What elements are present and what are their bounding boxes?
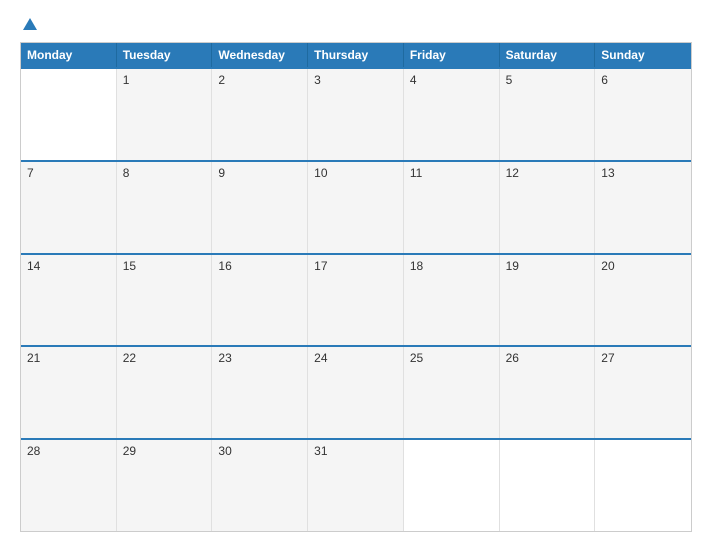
- calendar-header-row: Monday Tuesday Wednesday Thursday Friday…: [21, 43, 691, 67]
- day-number: 25: [410, 351, 423, 365]
- day-number: 28: [27, 444, 40, 458]
- header-saturday: Saturday: [500, 43, 596, 67]
- calendar-cell-w3-d1: 14: [21, 255, 117, 346]
- calendar-cell-w2-d3: 9: [212, 162, 308, 253]
- day-number: 16: [218, 259, 231, 273]
- calendar-cell-w2-d2: 8: [117, 162, 213, 253]
- calendar-cell-w5-d4: 31: [308, 440, 404, 531]
- calendar-cell-w2-d6: 12: [500, 162, 596, 253]
- calendar-cell-w3-d6: 19: [500, 255, 596, 346]
- day-number: 13: [601, 166, 614, 180]
- calendar-cell-w4-d3: 23: [212, 347, 308, 438]
- calendar-cell-w5-d3: 30: [212, 440, 308, 531]
- day-number: 9: [218, 166, 225, 180]
- day-number: 27: [601, 351, 614, 365]
- calendar-cell-w4-d6: 26: [500, 347, 596, 438]
- calendar-cell-w1-d4: 3: [308, 69, 404, 160]
- day-number: 18: [410, 259, 423, 273]
- header-tuesday: Tuesday: [117, 43, 213, 67]
- day-number: 1: [123, 73, 130, 87]
- calendar-grid: Monday Tuesday Wednesday Thursday Friday…: [20, 42, 692, 532]
- calendar-cell-w4-d1: 21: [21, 347, 117, 438]
- day-number: 6: [601, 73, 608, 87]
- day-number: 29: [123, 444, 136, 458]
- calendar-cell-w4-d4: 24: [308, 347, 404, 438]
- day-number: 30: [218, 444, 231, 458]
- calendar-cell-w1-d3: 2: [212, 69, 308, 160]
- calendar-cell-w5-d1: 28: [21, 440, 117, 531]
- day-number: 15: [123, 259, 136, 273]
- day-number: 22: [123, 351, 136, 365]
- day-number: 11: [410, 166, 422, 180]
- calendar-week-4: 21 22 23 24 25 26 27: [21, 345, 691, 438]
- calendar-cell-w1-d1: [21, 69, 117, 160]
- day-number: 5: [506, 73, 513, 87]
- day-number: 20: [601, 259, 614, 273]
- calendar-cell-w3-d5: 18: [404, 255, 500, 346]
- day-number: 21: [27, 351, 40, 365]
- day-number: 3: [314, 73, 321, 87]
- calendar-cell-w5-d7: [595, 440, 691, 531]
- calendar-cell-w4-d5: 25: [404, 347, 500, 438]
- calendar-cell-w2-d7: 13: [595, 162, 691, 253]
- logo: [20, 18, 37, 32]
- calendar-cell-w3-d7: 20: [595, 255, 691, 346]
- calendar-week-1: 1 2 3 4 5 6: [21, 67, 691, 160]
- calendar-cell-w4-d2: 22: [117, 347, 213, 438]
- calendar-cell-w2-d4: 10: [308, 162, 404, 253]
- day-number: 4: [410, 73, 417, 87]
- day-number: 12: [506, 166, 519, 180]
- calendar-week-2: 7 8 9 10 11 12 13: [21, 160, 691, 253]
- calendar-cell-w3-d4: 17: [308, 255, 404, 346]
- header-friday: Friday: [404, 43, 500, 67]
- day-number: 31: [314, 444, 327, 458]
- calendar-cell-w3-d3: 16: [212, 255, 308, 346]
- calendar-body: 1234567891011121314151617181920212223242…: [21, 67, 691, 531]
- day-number: 26: [506, 351, 519, 365]
- day-number: 24: [314, 351, 327, 365]
- calendar-cell-w5-d6: [500, 440, 596, 531]
- calendar-cell-w1-d6: 5: [500, 69, 596, 160]
- calendar-cell-w2-d5: 11: [404, 162, 500, 253]
- calendar-week-5: 28 29 30 31: [21, 438, 691, 531]
- calendar-cell-w4-d7: 27: [595, 347, 691, 438]
- day-number: 8: [123, 166, 130, 180]
- day-number: 10: [314, 166, 327, 180]
- calendar-cell-w3-d2: 15: [117, 255, 213, 346]
- header-wednesday: Wednesday: [212, 43, 308, 67]
- calendar-cell-w5-d2: 29: [117, 440, 213, 531]
- calendar-cell-w1-d5: 4: [404, 69, 500, 160]
- calendar-cell-w2-d1: 7: [21, 162, 117, 253]
- header-monday: Monday: [21, 43, 117, 67]
- day-number: 2: [218, 73, 225, 87]
- day-number: 23: [218, 351, 231, 365]
- calendar-week-3: 14 15 16 17 18 19 20: [21, 253, 691, 346]
- calendar-page: Monday Tuesday Wednesday Thursday Friday…: [0, 0, 712, 550]
- header-thursday: Thursday: [308, 43, 404, 67]
- calendar-cell-w5-d5: [404, 440, 500, 531]
- logo-triangle-icon: [23, 18, 37, 30]
- header: [20, 18, 692, 32]
- calendar-cell-w1-d7: 6: [595, 69, 691, 160]
- calendar-cell-w1-d2: 1: [117, 69, 213, 160]
- day-number: 17: [314, 259, 327, 273]
- day-number: 14: [27, 259, 40, 273]
- header-sunday: Sunday: [595, 43, 691, 67]
- day-number: 7: [27, 166, 34, 180]
- day-number: 19: [506, 259, 519, 273]
